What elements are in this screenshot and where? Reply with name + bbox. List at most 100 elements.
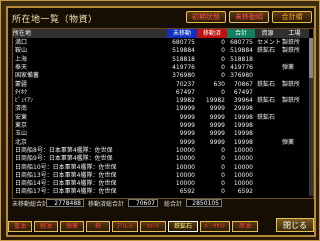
- table-row[interactable]: 日商船9号：日本軍第4艦隊：佐世保 10000 0 10000: [13, 155, 313, 162]
- cell-moved: 0: [221, 63, 225, 71]
- cell-moved: 9999: [209, 105, 225, 113]
- table-scrollbar[interactable]: [309, 38, 313, 196]
- close-button[interactable]: 閉じる: [276, 218, 314, 232]
- resource-button-cement[interactable]: ｾﾒﾝﾄ: [140, 221, 166, 232]
- cell-total: 70867: [233, 80, 253, 88]
- unmoved-total-label: 未移動総合計: [12, 201, 49, 208]
- cell-moved: 0: [221, 155, 225, 163]
- cell-total: 39964: [233, 97, 253, 105]
- col-header-moved[interactable]: 移動済: [197, 29, 227, 38]
- cell-unmoved: 6592: [179, 188, 195, 196]
- table-row[interactable]: 東京 9999 9999 19998: [13, 122, 313, 129]
- table-row[interactable]: 済南 19999 9999 29998: [13, 105, 313, 112]
- table-row[interactable]: 日商船17号：日本軍第4艦隊：佐世保 6592 0 6592: [13, 188, 313, 195]
- cell-loc: 玉山: [15, 130, 28, 138]
- sort-initial-button[interactable]: 初期状態: [186, 11, 226, 23]
- cell-total: 519884: [230, 47, 253, 55]
- resource-button-iron-ore[interactable]: 鉄鉱石: [168, 221, 198, 232]
- cell-moved: 0: [221, 188, 225, 196]
- resource-button-crude-oil[interactable]: 原油: [232, 221, 258, 232]
- cell-loc: 日商船14号：日本軍第4艦隊：佐世保: [15, 180, 117, 188]
- cell-moved: 9999: [209, 113, 225, 121]
- cell-res: 鉄鉱石: [257, 97, 276, 105]
- resource-button-ammo[interactable]: 弾薬: [60, 221, 84, 232]
- resource-button-aluminum[interactable]: アルミ: [112, 221, 138, 232]
- cell-moved: 0: [221, 39, 225, 46]
- window-title: 所在地一覧（物資）: [12, 15, 98, 25]
- cell-unmoved: 67497: [175, 88, 195, 96]
- cell-res: 鉄鉱石: [257, 113, 276, 121]
- cell-total: 10000: [233, 163, 253, 171]
- cell-res: 鉄鉱石: [257, 80, 276, 88]
- sort-total-button[interactable]: 合計順: [272, 11, 312, 23]
- cell-loc: 満口: [15, 39, 28, 46]
- cell-loc: ﾋﾟｭｲｱﾝ: [15, 97, 34, 105]
- table-row[interactable]: ﾋﾟｭｲｱﾝ 19982 19982 39964 鉄鉱石 製鉄所: [13, 97, 313, 104]
- col-header-unmoved[interactable]: 未移動: [167, 29, 197, 38]
- table-row[interactable]: 鞍山 519884 0 519884 鉄鉱石 製鉄所: [13, 47, 313, 54]
- cell-total: 419776: [230, 63, 253, 71]
- cell-loc: 東京: [15, 122, 28, 129]
- cell-unmoved: 10000: [175, 180, 195, 188]
- col-header-resource[interactable]: 資源: [255, 29, 280, 38]
- cell-loc: 日商船8号：日本軍第4艦隊：佐世保: [15, 146, 113, 154]
- cell-total: 10000: [233, 171, 253, 179]
- col-header-location[interactable]: 所在地: [13, 29, 167, 38]
- resource-button-iron[interactable]: 鉄: [86, 221, 110, 232]
- table-row[interactable]: 満口 680775 0 680775 セメント 製鉄所: [13, 39, 313, 46]
- unmoved-total-value: 2778488: [46, 199, 84, 207]
- col-header-total[interactable]: 合計: [227, 29, 255, 38]
- cell-unmoved: 376980: [172, 72, 195, 80]
- table-row[interactable]: 安東 9999 9999 19998 鉄鉱石: [13, 114, 313, 121]
- table-row[interactable]: 日商船8号：日本軍第4艦隊：佐世保 10000 0 10000: [13, 147, 313, 154]
- cell-loc: 日商船9号：日本軍第4艦隊：佐世保: [15, 155, 113, 163]
- table-row[interactable]: 玉山 9999 9999 19998: [13, 130, 313, 137]
- cell-loc: 国家備蓄: [15, 72, 40, 80]
- cell-total: 67497: [233, 88, 253, 96]
- cell-fac: 製鉄所: [282, 97, 301, 105]
- table-row[interactable]: 日商船13号：日本軍第4艦隊：佐世保 10000 0 10000: [13, 172, 313, 179]
- table-row[interactable]: 国家備蓄 376980 0 376980: [13, 72, 313, 79]
- cell-res: 鉄鉱石: [257, 47, 276, 55]
- sort-unmoved-button[interactable]: 未移動順: [229, 11, 269, 23]
- cell-moved: 0: [221, 55, 225, 63]
- cell-total: 6592: [237, 188, 253, 196]
- resource-button-bauxite[interactable]: ﾎﾞｰｷｻｲﾄ: [200, 221, 230, 232]
- cell-unmoved: 10000: [175, 171, 195, 179]
- cell-moved: 9999: [209, 130, 225, 138]
- table-row[interactable]: 奉天 419776 0 419776 弾薬: [13, 64, 313, 71]
- cell-loc: 北京: [15, 138, 28, 146]
- cell-moved: 0: [221, 146, 225, 154]
- cell-loc: 日商船13号：日本軍第4艦隊：佐世保: [15, 171, 117, 179]
- cell-total: 19998: [233, 122, 253, 129]
- cell-loc: 蒙疆: [15, 80, 28, 88]
- cell-unmoved: 10000: [175, 146, 195, 154]
- resource-button-heavy-oil[interactable]: 重油: [8, 221, 32, 232]
- cell-unmoved: 519884: [172, 47, 195, 55]
- cell-moved: 19982: [205, 97, 225, 105]
- table-row[interactable]: ﾀｲﾎｸ 67497 0 67497: [13, 89, 313, 96]
- scrollbar-thumb[interactable]: [309, 38, 313, 78]
- col-header-factory[interactable]: 工場: [280, 29, 309, 38]
- cell-fac: 製鉄所: [282, 39, 301, 46]
- table-row[interactable]: 日商船14号：日本軍第4艦隊：佐世保 10000 0 10000: [13, 180, 313, 187]
- cell-unmoved: 10000: [175, 163, 195, 171]
- cell-unmoved: 19999: [175, 105, 195, 113]
- cell-total: 19998: [233, 138, 253, 146]
- table-row[interactable]: 日商船10号：日本軍第4艦隊：佐世保 10000 0 10000: [13, 164, 313, 171]
- cell-moved: 0: [221, 180, 225, 188]
- table-row[interactable]: 蒙疆 70237 630 70867 鉄鉱石 製鉄所: [13, 81, 313, 88]
- window-frame: 所在地一覧（物資） 初期状態 未移動順 合計順 所在地 未移動 移動済 合計 資…: [0, 0, 320, 241]
- cell-moved: 0: [221, 88, 225, 96]
- grand-total-label: 総合計: [164, 201, 183, 208]
- cell-fac: 弾薬: [282, 63, 295, 71]
- cell-moved: 630: [213, 80, 225, 88]
- cell-total: 518818: [230, 55, 253, 63]
- resource-button-light-oil[interactable]: 軽油: [34, 221, 58, 232]
- cell-unmoved: 70237: [175, 80, 195, 88]
- table-row[interactable]: 北京 9999 9999 19998 弾薬: [13, 139, 313, 146]
- cell-unmoved: 9999: [179, 122, 195, 129]
- cell-total: 680775: [230, 39, 253, 46]
- cell-loc: 済南: [15, 105, 28, 113]
- table-row[interactable]: 上海 518818 0 518818: [13, 56, 313, 63]
